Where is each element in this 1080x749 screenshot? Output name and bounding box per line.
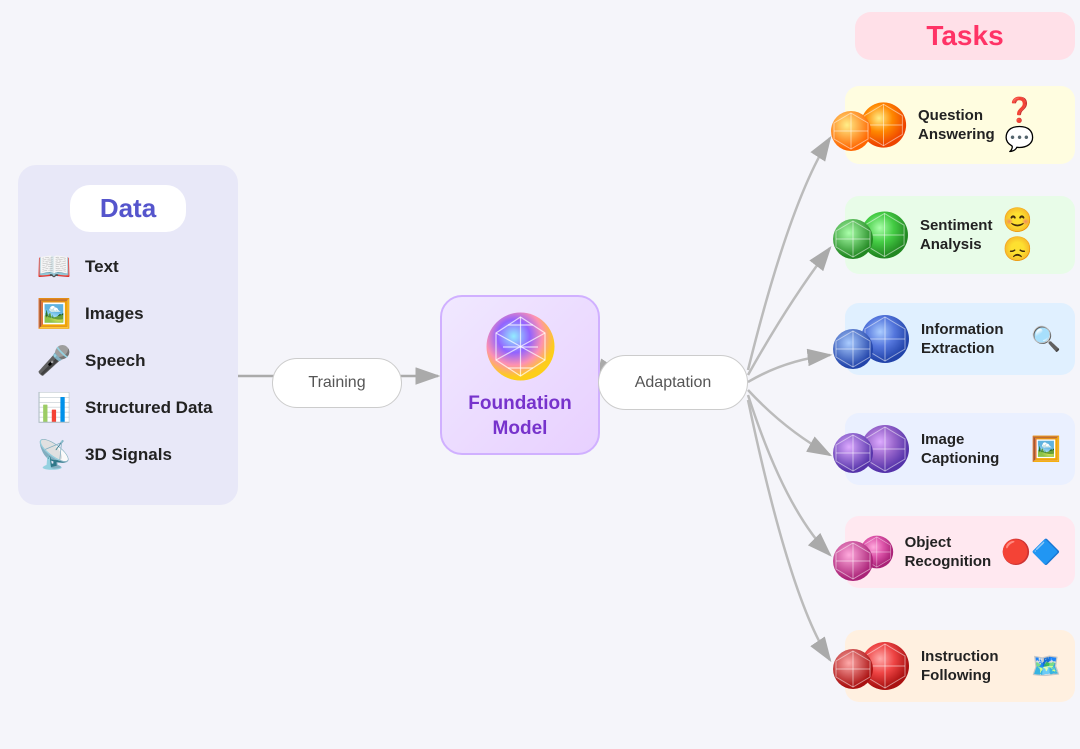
data-item-text: 📖 Text	[33, 250, 223, 283]
foundation-globe-icon	[483, 309, 558, 384]
info-small-globe	[832, 328, 874, 375]
adaptation-label: Adaptation	[635, 374, 712, 392]
instruction-small-globe	[832, 648, 874, 695]
data-item-structured: 📊 Structured Data	[33, 391, 223, 424]
foundation-model-box: Foundation Model	[440, 295, 600, 455]
object-small-globe	[832, 540, 874, 587]
data-title-box: Data	[70, 185, 186, 232]
data-item-speech: 🎤 Speech	[33, 344, 223, 377]
images-icon: 🖼️	[33, 297, 75, 330]
info-label: InformationExtraction	[921, 320, 1004, 359]
task-card-caption: ImageCaptioning 🖼️	[845, 413, 1075, 485]
qa-small-globe	[830, 110, 872, 157]
text-icon: 📖	[33, 250, 75, 283]
task-card-sentiment: SentimentAnalysis 😊😞	[845, 196, 1075, 274]
sentiment-small-globe	[832, 218, 874, 265]
data-item-images-label: Images	[85, 304, 144, 324]
caption-label: ImageCaptioning	[921, 430, 999, 469]
sentiment-emoji: 😊😞	[1002, 206, 1061, 264]
training-label: Training	[308, 374, 365, 392]
data-item-3d: 📡 3D Signals	[33, 438, 223, 471]
data-item-3d-label: 3D Signals	[85, 445, 172, 465]
task-card-object: ObjectRecognition 🔴🔷	[845, 516, 1075, 588]
qa-emoji: ❓💬	[1005, 96, 1061, 154]
data-item-text-label: Text	[85, 257, 119, 277]
info-emoji: 🔍	[1031, 325, 1061, 354]
caption-emoji: 🖼️	[1031, 435, 1061, 464]
instruction-emoji: 🗺️	[1031, 652, 1061, 681]
instruction-label: InstructionFollowing	[921, 647, 999, 686]
3d-icon: 📡	[33, 438, 75, 471]
speech-icon: 🎤	[33, 344, 75, 377]
tasks-title: Tasks	[926, 20, 1003, 51]
task-card-info: InformationExtraction 🔍	[845, 303, 1075, 375]
adaptation-box: Adaptation	[598, 355, 748, 410]
object-label: ObjectRecognition	[905, 533, 992, 572]
data-item-images: 🖼️ Images	[33, 297, 223, 330]
caption-small-globe	[832, 432, 874, 479]
task-card-instruction: InstructionFollowing 🗺️	[845, 630, 1075, 702]
data-item-structured-label: Structured Data	[85, 398, 213, 418]
object-emoji: 🔴🔷	[1001, 538, 1061, 567]
data-title: Data	[100, 193, 156, 223]
qa-label: QuestionAnswering	[918, 106, 995, 145]
tasks-title-box: Tasks	[855, 12, 1075, 60]
structured-icon: 📊	[33, 391, 75, 424]
training-box: Training	[272, 358, 402, 408]
sentiment-label: SentimentAnalysis	[920, 216, 993, 255]
data-item-speech-label: Speech	[85, 351, 145, 371]
foundation-model-label: Foundation Model	[442, 392, 598, 441]
data-panel: Data 📖 Text 🖼️ Images 🎤 Speech 📊 Structu…	[18, 165, 238, 505]
task-card-qa: QuestionAnswering ❓💬	[845, 86, 1075, 164]
